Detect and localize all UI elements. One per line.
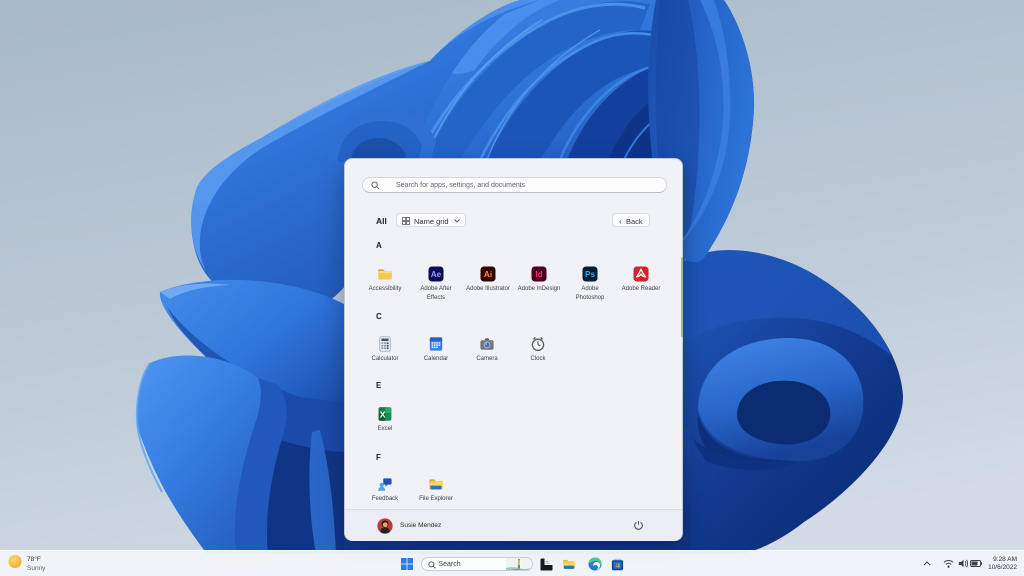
svg-text:X: X xyxy=(380,410,386,420)
svg-text:Ai: Ai xyxy=(484,270,492,279)
svg-text:Id: Id xyxy=(535,270,542,279)
svg-text:Ae: Ae xyxy=(431,270,442,279)
svg-text:Ps: Ps xyxy=(585,270,595,279)
